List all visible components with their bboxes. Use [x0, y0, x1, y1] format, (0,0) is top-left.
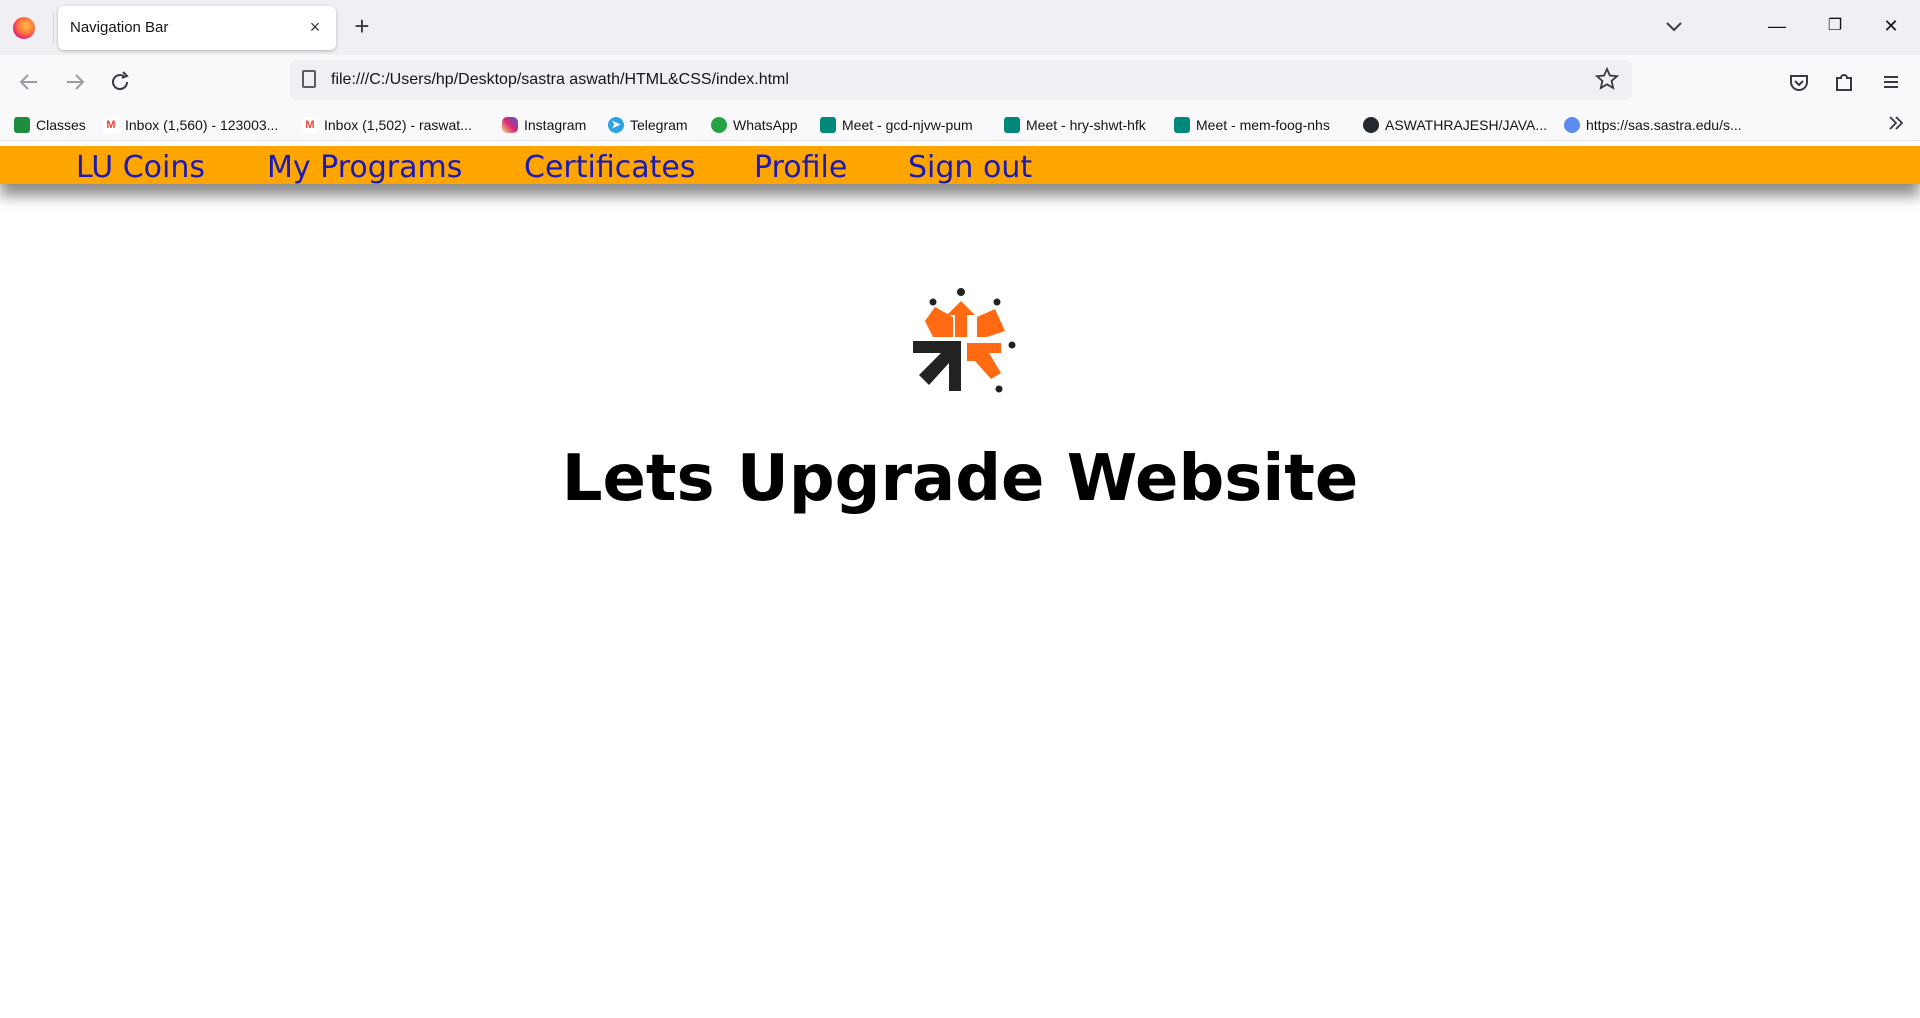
- nav-link-certificates[interactable]: Certificates: [524, 150, 695, 185]
- bookmark-item[interactable]: M Inbox (1,560) - 123003...: [103, 115, 278, 135]
- globe-icon: [1564, 117, 1580, 133]
- bookmark-label: Meet - hry-shwt-hfk: [1026, 117, 1146, 133]
- extensions-button[interactable]: [1829, 67, 1859, 97]
- list-all-tabs-button[interactable]: [1660, 12, 1688, 40]
- reload-icon: [112, 71, 129, 91]
- bookmark-label: Instagram: [524, 117, 587, 133]
- bookmark-label: Telegram: [630, 117, 688, 133]
- back-arrow-icon: [19, 74, 37, 90]
- pocket-button[interactable]: [1784, 67, 1814, 97]
- letsupgrade-logo: [913, 288, 1016, 393]
- puzzle-icon: [1836, 74, 1852, 91]
- bookmark-label: ASWATHRAJESH/JAVA...: [1385, 117, 1548, 133]
- tab-navigation-bar[interactable]: Navigation Bar ×: [58, 6, 336, 50]
- github-icon: [1363, 117, 1379, 133]
- bookmarks-toolbar: Classes M Inbox (1,560) - 123003... M Inbo…: [0, 107, 1920, 141]
- nav-link-sign-out[interactable]: Sign out: [908, 150, 1032, 185]
- nav-link-profile[interactable]: Profile: [754, 150, 847, 185]
- bookmark-label: Inbox (1,560) - 123003...: [125, 117, 279, 133]
- page-content: LU Coins My Programs Certificates Profil…: [0, 142, 1920, 1018]
- bookmark-item[interactable]: M Inbox (1,502) - raswat...: [302, 115, 472, 135]
- hamburger-icon: [1884, 76, 1898, 88]
- site-navigation-bar: LU Coins My Programs Certificates Profil…: [0, 146, 1920, 185]
- instagram-icon: [502, 117, 518, 133]
- google-classroom-icon: [14, 117, 30, 133]
- google-meet-icon: [1004, 117, 1020, 133]
- bookmark-label: Classes: [36, 117, 86, 133]
- gmail-icon: M: [302, 117, 318, 133]
- google-meet-icon: [820, 117, 836, 133]
- forward-arrow-icon: [67, 74, 85, 90]
- bookmark-label: WhatsApp: [733, 117, 798, 133]
- bookmark-label: Inbox (1,502) - raswat...: [324, 117, 472, 133]
- back-button[interactable]: [14, 67, 44, 97]
- bookmark-item[interactable]: ASWATHRAJESH/JAVA...: [1363, 115, 1547, 135]
- tab-close-icon[interactable]: ×: [304, 16, 326, 38]
- google-meet-icon: [1174, 117, 1190, 133]
- menu-button[interactable]: [1876, 67, 1906, 97]
- bookmark-item[interactable]: WhatsApp: [711, 115, 798, 135]
- bookmark-label: Meet - gcd-njvw-pum: [842, 117, 973, 133]
- close-window-button[interactable]: ✕: [1868, 10, 1914, 42]
- nav-link-lu-coins[interactable]: LU Coins: [76, 150, 205, 185]
- bookmark-item[interactable]: Instagram: [502, 115, 586, 135]
- bookmark-item[interactable]: Meet - gcd-njvw-pum: [820, 115, 973, 135]
- firefox-icon[interactable]: [13, 17, 35, 39]
- bookmark-item[interactable]: Meet - mem-foog-nhs: [1174, 115, 1330, 135]
- tab-separator: [53, 12, 54, 44]
- bookmark-label: https://sas.sastra.edu/s...: [1586, 117, 1742, 133]
- tab-title: Navigation Bar: [70, 19, 169, 36]
- bookmark-label: Meet - mem-foog-nhs: [1196, 117, 1330, 133]
- navigation-toolbar: file:///C:/Users/hp/Desktop/sastra aswat…: [0, 55, 1920, 107]
- chevron-down-icon: [1666, 22, 1682, 32]
- forward-button[interactable]: [60, 67, 90, 97]
- bookmark-item[interactable]: Meet - hry-shwt-hfk: [1004, 115, 1146, 135]
- bookmark-item[interactable]: ➤ Telegram: [608, 115, 688, 135]
- bookmark-star-icon[interactable]: [1594, 66, 1620, 92]
- pocket-icon: [1790, 75, 1808, 91]
- more-bookmarks-button[interactable]: [1886, 113, 1906, 139]
- reload-button[interactable]: [105, 67, 135, 97]
- minimize-button[interactable]: —: [1754, 10, 1800, 42]
- double-chevron-right-icon: [1889, 116, 1904, 130]
- url-bar[interactable]: file:///C:/Users/hp/Desktop/sastra aswat…: [290, 60, 1632, 100]
- bookmark-item[interactable]: https://sas.sastra.edu/s...: [1564, 115, 1742, 135]
- nav-link-my-programs[interactable]: My Programs: [267, 150, 462, 185]
- gmail-icon: M: [103, 117, 119, 133]
- tab-strip: Navigation Bar × + — ❐ ✕: [0, 0, 1920, 55]
- whatsapp-icon: [711, 117, 727, 133]
- page-title: Lets Upgrade Website: [561, 442, 1359, 516]
- new-tab-button[interactable]: +: [348, 12, 376, 40]
- page-icon: [302, 70, 316, 88]
- restore-button[interactable]: ❐: [1812, 10, 1858, 42]
- url-text[interactable]: file:///C:/Users/hp/Desktop/sastra aswat…: [331, 71, 789, 89]
- bookmark-item[interactable]: Classes: [14, 115, 86, 135]
- telegram-icon: ➤: [608, 117, 624, 133]
